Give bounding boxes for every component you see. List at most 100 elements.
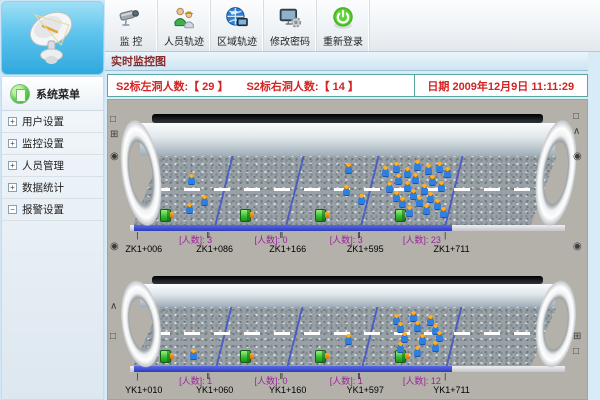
camera-icon[interactable]: ◉ — [573, 152, 582, 162]
toolbar-button-label: 人员轨迹 — [164, 33, 204, 48]
camera-icon[interactable]: ◉ — [573, 242, 582, 252]
right-column: 监 控 人员轨迹 — [105, 0, 600, 400]
toolbar-button-monitor[interactable]: 监 控 — [105, 0, 158, 51]
tunnel-right-YK: [人数]: 1[人数]: 0[人数]: 1[人数]: 12|YK1+010‖YK… — [126, 276, 569, 400]
worker-marker — [429, 175, 436, 186]
tunnel-road — [132, 156, 563, 225]
worker-marker — [201, 195, 208, 206]
emergency-station-marker — [240, 350, 251, 363]
sidebar-item-label: 报警设置 — [22, 202, 64, 217]
worker-marker — [401, 332, 408, 343]
tunnel-roof — [152, 276, 543, 284]
station-tick-mark: | — [444, 231, 446, 240]
tunnel-roof — [152, 114, 543, 123]
worker-marker — [395, 174, 402, 185]
worker-marker — [444, 167, 451, 178]
station-tick-mark: ‖ — [207, 231, 210, 240]
worker-marker — [397, 342, 404, 353]
worker-marker — [186, 203, 193, 214]
sidebar-item-label: 人员管理 — [22, 158, 64, 173]
station-chainage-label: YK1+010 — [125, 385, 162, 395]
right-tunnel-count-text: S2标右洞人数:【 14 】 — [246, 78, 358, 94]
date-text: 日期 2009年12月9日 11:11:29 — [427, 78, 574, 94]
station-chainage-label: ZK1+006 — [125, 244, 162, 254]
expand-plus-icon: + — [8, 117, 17, 126]
worker-marker — [414, 346, 421, 357]
toolbar-button-relogin[interactable]: 重新登录 — [317, 0, 370, 51]
segment-divider-line — [362, 307, 379, 366]
square-icon[interactable]: □ — [573, 112, 579, 122]
worker-marker — [432, 341, 439, 352]
station-tick-mark: ‖ — [357, 231, 360, 240]
toolbar-button-change-password[interactable]: 修改密码 — [264, 0, 317, 51]
station-tick-mark: | — [136, 372, 138, 381]
left-icon-strip: □ ⊞ ◉ ◉ ∧ □ — [108, 100, 124, 399]
station-tick-mark: | — [444, 372, 446, 381]
worker-marker — [423, 204, 430, 215]
toolbar-button-area-track[interactable]: 区域轨迹 — [211, 0, 264, 51]
worker-marker — [345, 163, 352, 174]
grid-icon[interactable]: ⊞ — [573, 332, 581, 342]
sidebar-item-alarm-settings[interactable]: − 报警设置 — [2, 199, 103, 221]
sidebar-item-label: 监控设置 — [22, 136, 64, 151]
station-tick-mark: ‖ — [280, 231, 283, 240]
main-panel: 实时监控图 S2标左洞人数:【 29 】 S2标右洞人数:【 14 】 日期 2… — [105, 52, 600, 400]
sidebar-item-personnel-management[interactable]: + 人员管理 — [2, 155, 103, 177]
sidebar-item-label: 用户设置 — [22, 114, 64, 129]
worker-marker — [425, 164, 432, 175]
station-tick-mark: ‖ — [357, 372, 360, 381]
worker-marker — [393, 162, 400, 173]
station-chainage-label: YK1+711 — [433, 385, 470, 395]
station-tick-mark: ‖ — [207, 372, 210, 381]
emergency-station-marker — [160, 350, 171, 363]
worker-marker — [382, 166, 389, 177]
sidebar-item-monitor-settings[interactable]: + 监控设置 — [2, 133, 103, 155]
worker-marker — [190, 349, 197, 360]
worker-marker — [440, 207, 447, 218]
worker-marker — [419, 334, 426, 345]
status-datetime: 日期 2009年12月9日 11:11:29 — [415, 75, 587, 96]
square-icon[interactable]: □ — [110, 115, 116, 125]
relogin-icon — [330, 4, 356, 32]
station-chainage-label: ZK1+595 — [347, 244, 384, 254]
station-chainage-label: ZK1+711 — [434, 244, 470, 254]
people-track-icon — [171, 4, 197, 32]
expand-plus-icon: + — [8, 139, 17, 148]
sidebar-menu-header: 系统菜单 — [2, 77, 103, 111]
emergency-station-marker — [395, 209, 406, 222]
segment-divider-line — [446, 307, 463, 366]
tunnel-ceiling — [140, 284, 555, 307]
tunnel-labels: [人数]: 1[人数]: 0[人数]: 1[人数]: 12|YK1+010‖YK… — [126, 372, 569, 398]
status-bar: S2标左洞人数:【 29 】 S2标右洞人数:【 14 】 日期 2009年12… — [107, 74, 588, 97]
menu-title: 系统菜单 — [36, 86, 80, 102]
segment-divider-line — [286, 307, 303, 366]
square-icon[interactable]: □ — [110, 332, 116, 342]
segment-divider-line — [215, 307, 232, 366]
grid-icon[interactable]: ⊞ — [110, 130, 118, 140]
tunnel-ceiling — [140, 123, 555, 156]
emergency-station-marker — [160, 209, 171, 222]
tab-realtime-monitor[interactable]: 实时监控图 — [105, 52, 588, 71]
square-icon[interactable]: □ — [573, 347, 579, 357]
emergency-station-marker — [315, 350, 326, 363]
toolbar-button-personnel-track[interactable]: 人员轨迹 — [158, 0, 211, 51]
camera-icon[interactable]: ◉ — [110, 152, 119, 162]
expand-plus-icon: + — [8, 161, 17, 170]
green-orb-icon — [10, 84, 30, 104]
tunnel-canvas: □⊞◉◉∧□ □∧◉◉⊞□ [人数]: 3[人数]: 0[人数]: 3[人数]:… — [107, 99, 588, 400]
sidebar-item-label: 数据统计 — [22, 180, 64, 195]
arrow-icon[interactable]: ∧ — [573, 127, 580, 137]
toolbar: 监 控 人员轨迹 — [105, 0, 600, 52]
sidebar-item-user-settings[interactable]: + 用户设置 — [2, 111, 103, 133]
tunnel-left-ZK: [人数]: 3[人数]: 0[人数]: 3[人数]: 23|ZK1+006‖ZK… — [126, 114, 569, 266]
camera-icon[interactable]: ◉ — [110, 242, 119, 252]
app-logo — [1, 1, 104, 75]
worker-marker — [414, 160, 421, 171]
station-tick-mark: | — [136, 231, 138, 240]
cctv-camera-icon — [118, 4, 144, 32]
expand-plus-icon: + — [8, 183, 17, 192]
sidebar-item-data-statistics[interactable]: + 数据统计 — [2, 177, 103, 199]
change-password-icon — [277, 4, 303, 32]
station-chainage-label: ZK1+086 — [196, 244, 233, 254]
arrow-icon[interactable]: ∧ — [110, 302, 117, 312]
